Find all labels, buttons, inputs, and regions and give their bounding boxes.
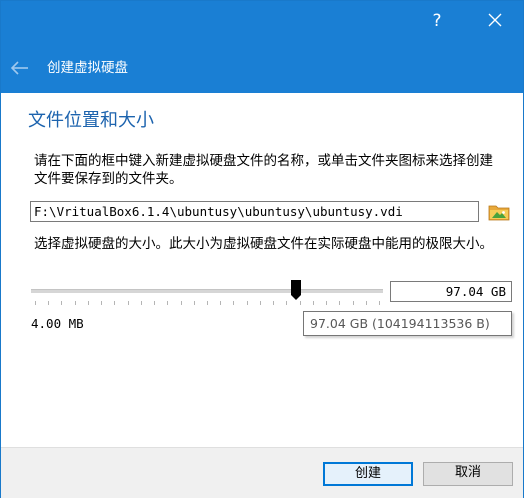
slider-tick [61, 301, 62, 305]
size-description: 选择虚拟硬盘的大小。此大小为虚拟硬盘文件在实际硬盘中能用的极限大小。 [34, 236, 493, 252]
slider-tick [300, 301, 301, 305]
slider-tick [88, 301, 89, 305]
choose-folder-button[interactable] [488, 201, 510, 223]
slider-tick [379, 301, 380, 305]
slider-tick [48, 301, 49, 305]
slider-tick [35, 301, 36, 305]
min-size-label: 4.00 MB [31, 316, 84, 331]
page-title: 文件位置和大小 [28, 110, 154, 131]
slider-tick [101, 301, 102, 305]
slider-tick [233, 301, 234, 305]
size-input[interactable] [390, 281, 512, 302]
slider-tick [220, 301, 221, 305]
slider-tick [128, 301, 129, 305]
create-button[interactable]: 创建 [323, 462, 413, 486]
help-button[interactable]: ? [419, 9, 455, 33]
slider-tick [207, 301, 208, 305]
slider-thumb-icon [291, 280, 301, 300]
location-description: 请在下面的框中键入新建虚拟硬盘文件的名称，或单击文件夹图标来选择创建文件要保存到… [34, 153, 493, 187]
slider-tick [366, 301, 367, 305]
slider-tick [286, 301, 287, 305]
slider-tick [247, 301, 248, 305]
create-virtual-disk-dialog: ? 创建虚拟硬盘 文件位置和大小 请在下面的框中键入新建虚拟硬盘文件的名称，或单… [0, 0, 524, 498]
file-location-input[interactable] [30, 201, 479, 222]
slider-tick [353, 301, 354, 305]
back-button[interactable] [7, 57, 33, 79]
wizard-title: 创建虚拟硬盘 [47, 60, 128, 76]
slider-tick [260, 301, 261, 305]
close-button[interactable] [475, 7, 515, 35]
slider-tick [154, 301, 155, 305]
slider-thumb[interactable] [291, 280, 301, 300]
slider-tick [167, 301, 168, 305]
size-slider[interactable] [31, 279, 383, 307]
slider-tick [313, 301, 314, 305]
slider-track [31, 289, 383, 293]
slider-tick [339, 301, 340, 305]
slider-tick [181, 301, 182, 305]
slider-tick [273, 301, 274, 305]
slider-tick [75, 301, 76, 305]
close-icon [488, 13, 502, 27]
slider-tick [326, 301, 327, 305]
slider-tick [141, 301, 142, 305]
arrow-left-icon [10, 61, 28, 75]
folder-icon [488, 205, 510, 221]
dialog-footer: 创建 取消 [1, 447, 523, 498]
slider-tick [194, 301, 195, 305]
title-bar: ? 创建虚拟硬盘 [1, 1, 523, 93]
cancel-button[interactable]: 取消 [423, 462, 513, 486]
slider-tick [114, 301, 115, 305]
size-tooltip: 97.04 GB (104194113536 B) [303, 311, 512, 336]
